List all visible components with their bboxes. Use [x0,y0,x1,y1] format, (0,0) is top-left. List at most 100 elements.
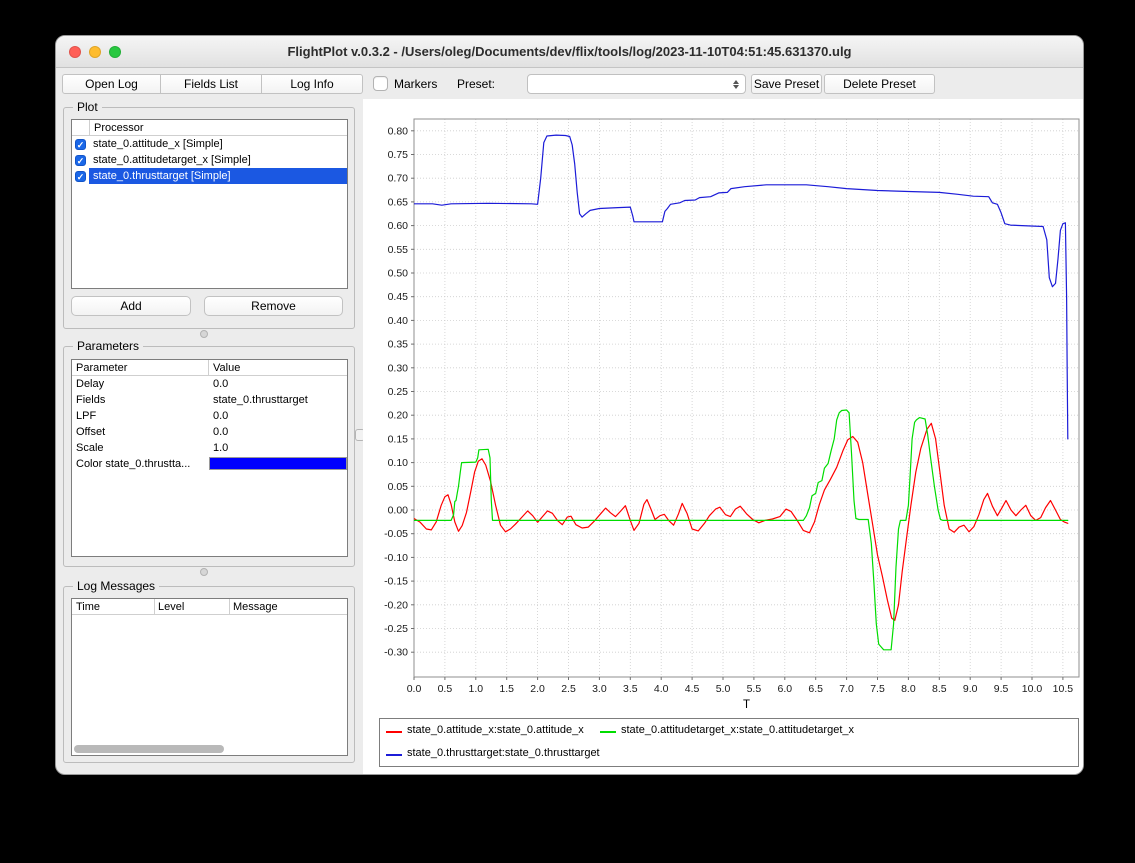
parameter-value: 1.0 [213,440,228,456]
checkbox-check-icon: ✓ [75,155,86,166]
x-axis-tick-label: 5.5 [747,683,762,695]
y-axis-tick-label: 0.25 [388,386,409,398]
markers-checkbox[interactable] [373,76,388,91]
x-axis-tick-label: 1.0 [468,683,483,695]
row-checkbox[interactable]: ✓ [72,136,89,152]
delete-preset-button[interactable]: Delete Preset [824,74,935,94]
processor-row[interactable]: ✓state_0.attitude_x [Simple] [72,136,347,152]
parameter-row[interactable]: LPF0.0 [72,408,347,424]
parameter-row[interactable]: Delay 0.0 [72,376,347,392]
y-axis-tick-label: -0.20 [384,599,408,611]
parameter-row[interactable]: Fields state_0.thrusttarget [72,392,347,408]
y-axis-tick-label: 0.20 [388,410,409,422]
parameter-row[interactable]: Scale 1.0 [72,440,347,456]
x-axis-tick-label: 8.0 [901,683,916,695]
fields-list-button[interactable]: Fields List [161,74,262,94]
horizontal-scrollbar[interactable] [74,745,224,753]
series-line [414,410,1068,650]
open-log-button[interactable]: Open Log [62,74,161,94]
processor-row[interactable]: ✓state_0.thrusttarget [Simple] [72,168,347,184]
parameter-name: Delay [76,376,104,392]
y-axis-tick-label: 0.80 [388,125,409,137]
save-preset-button[interactable]: Save Preset [751,74,822,94]
parameter-value: state_0.thrusttarget [213,392,308,408]
x-axis-tick-label: 8.5 [932,683,947,695]
legend-line-icon [600,731,616,733]
y-axis-tick-label: -0.05 [384,528,408,540]
y-axis-tick-label: 0.35 [388,339,409,351]
x-axis-tick-label: 1.5 [499,683,514,695]
time-column-header: Time [76,599,100,615]
checkbox-check-icon: ✓ [75,171,86,182]
parameter-column-header: Parameter [76,360,127,376]
legend-line-icon [386,754,402,756]
row-checkbox[interactable]: ✓ [72,152,89,168]
x-axis-tick-label: 7.0 [839,683,854,695]
row-checkbox[interactable]: ✓ [72,168,89,184]
x-axis-tick-label: 4.5 [685,683,700,695]
processor-row-label: state_0.attitude_x [Simple] [89,136,347,152]
processor-table[interactable]: Processor ✓state_0.attitude_x [Simple]✓s… [71,119,348,289]
y-axis-tick-label: 0.40 [388,315,409,327]
y-axis-tick-label: 0.15 [388,433,409,445]
parameter-name: Scale [76,440,104,456]
x-axis-tick-label: 10.0 [1022,683,1043,695]
y-axis-tick-label: 0.75 [388,149,409,161]
series-line [414,135,1068,439]
title-bar: FlightPlot v.0.3.2 - /Users/oleg/Documen… [56,36,1083,68]
y-axis-tick-label: 0.60 [388,220,409,232]
processor-table-header: Processor [72,120,347,136]
y-axis-tick-label: 0.65 [388,196,409,208]
splitter-handle-top[interactable] [200,330,208,338]
parameter-value: 0.0 [213,376,228,392]
x-axis-tick-label: 6.5 [808,683,823,695]
x-axis-tick-label: 4.0 [654,683,669,695]
chart-legend: state_0.attitude_x:state_0.attitude_xsta… [379,718,1079,767]
combobox-stepper-icon[interactable] [728,77,743,91]
x-axis-title: T [743,699,750,711]
log-messages-table[interactable]: Time Level Message [71,598,348,756]
parameter-row[interactable]: Offset0.0 [72,424,347,440]
parameter-name: Fields [76,392,105,408]
plot-panel-title: Plot [73,100,102,114]
window-title: FlightPlot v.0.3.2 - /Users/oleg/Documen… [56,36,1083,68]
color-swatch[interactable] [209,457,347,470]
level-column-header: Level [158,599,184,615]
x-axis-tick-label: 2.0 [530,683,545,695]
legend-label: state_0.attitude_x:state_0.attitude_x [407,724,584,736]
parameters-panel-title: Parameters [73,339,143,353]
flightplot-window: FlightPlot v.0.3.2 - /Users/oleg/Documen… [55,35,1084,775]
y-axis-tick-label: 0.05 [388,481,409,493]
y-axis-tick-label: -0.25 [384,623,408,635]
processor-row-label: state_0.thrusttarget [Simple] [89,168,347,184]
remove-button[interactable]: Remove [204,296,343,316]
x-axis-tick-label: 6.0 [777,683,792,695]
chart-canvas[interactable]: 0.00.51.01.52.02.53.03.54.04.55.05.56.06… [363,101,1081,713]
preset-combobox[interactable] [527,74,746,94]
parameters-table[interactable]: Parameter Value Delay0.0Fieldsstate_0.th… [71,359,348,557]
parameter-row[interactable]: Color state_0.thrustta... [72,456,347,472]
x-axis-tick-label: 9.0 [963,683,978,695]
legend-label: state_0.thrusttarget:state_0.thrusttarge… [407,747,600,759]
screen-background: FlightPlot v.0.3.2 - /Users/oleg/Documen… [0,0,1135,863]
processor-row-label: state_0.attitudetarget_x [Simple] [89,152,347,168]
parameter-name: LPF [76,408,96,424]
x-axis-tick-label: 0.0 [407,683,422,695]
splitter-handle-bottom[interactable] [200,568,208,576]
y-axis-tick-label: -0.10 [384,552,408,564]
log-messages-table-header: Time Level Message [72,599,347,615]
x-axis-tick-label: 9.5 [994,683,1009,695]
log-info-button[interactable]: Log Info [262,74,363,94]
y-axis-tick-label: -0.15 [384,576,408,588]
x-axis-tick-label: 3.5 [623,683,638,695]
add-button[interactable]: Add [71,296,191,316]
parameter-name: Offset [76,424,105,440]
y-axis-tick-label: 0.55 [388,244,409,256]
y-axis-tick-label: 0.45 [388,291,409,303]
log-messages-panel-title: Log Messages [73,579,159,593]
processor-row[interactable]: ✓state_0.attitudetarget_x [Simple] [72,152,347,168]
series-line [414,423,1068,620]
x-axis-tick-label: 2.5 [561,683,576,695]
x-axis-tick-label: 5.0 [716,683,731,695]
y-axis-tick-label: -0.30 [384,647,408,659]
